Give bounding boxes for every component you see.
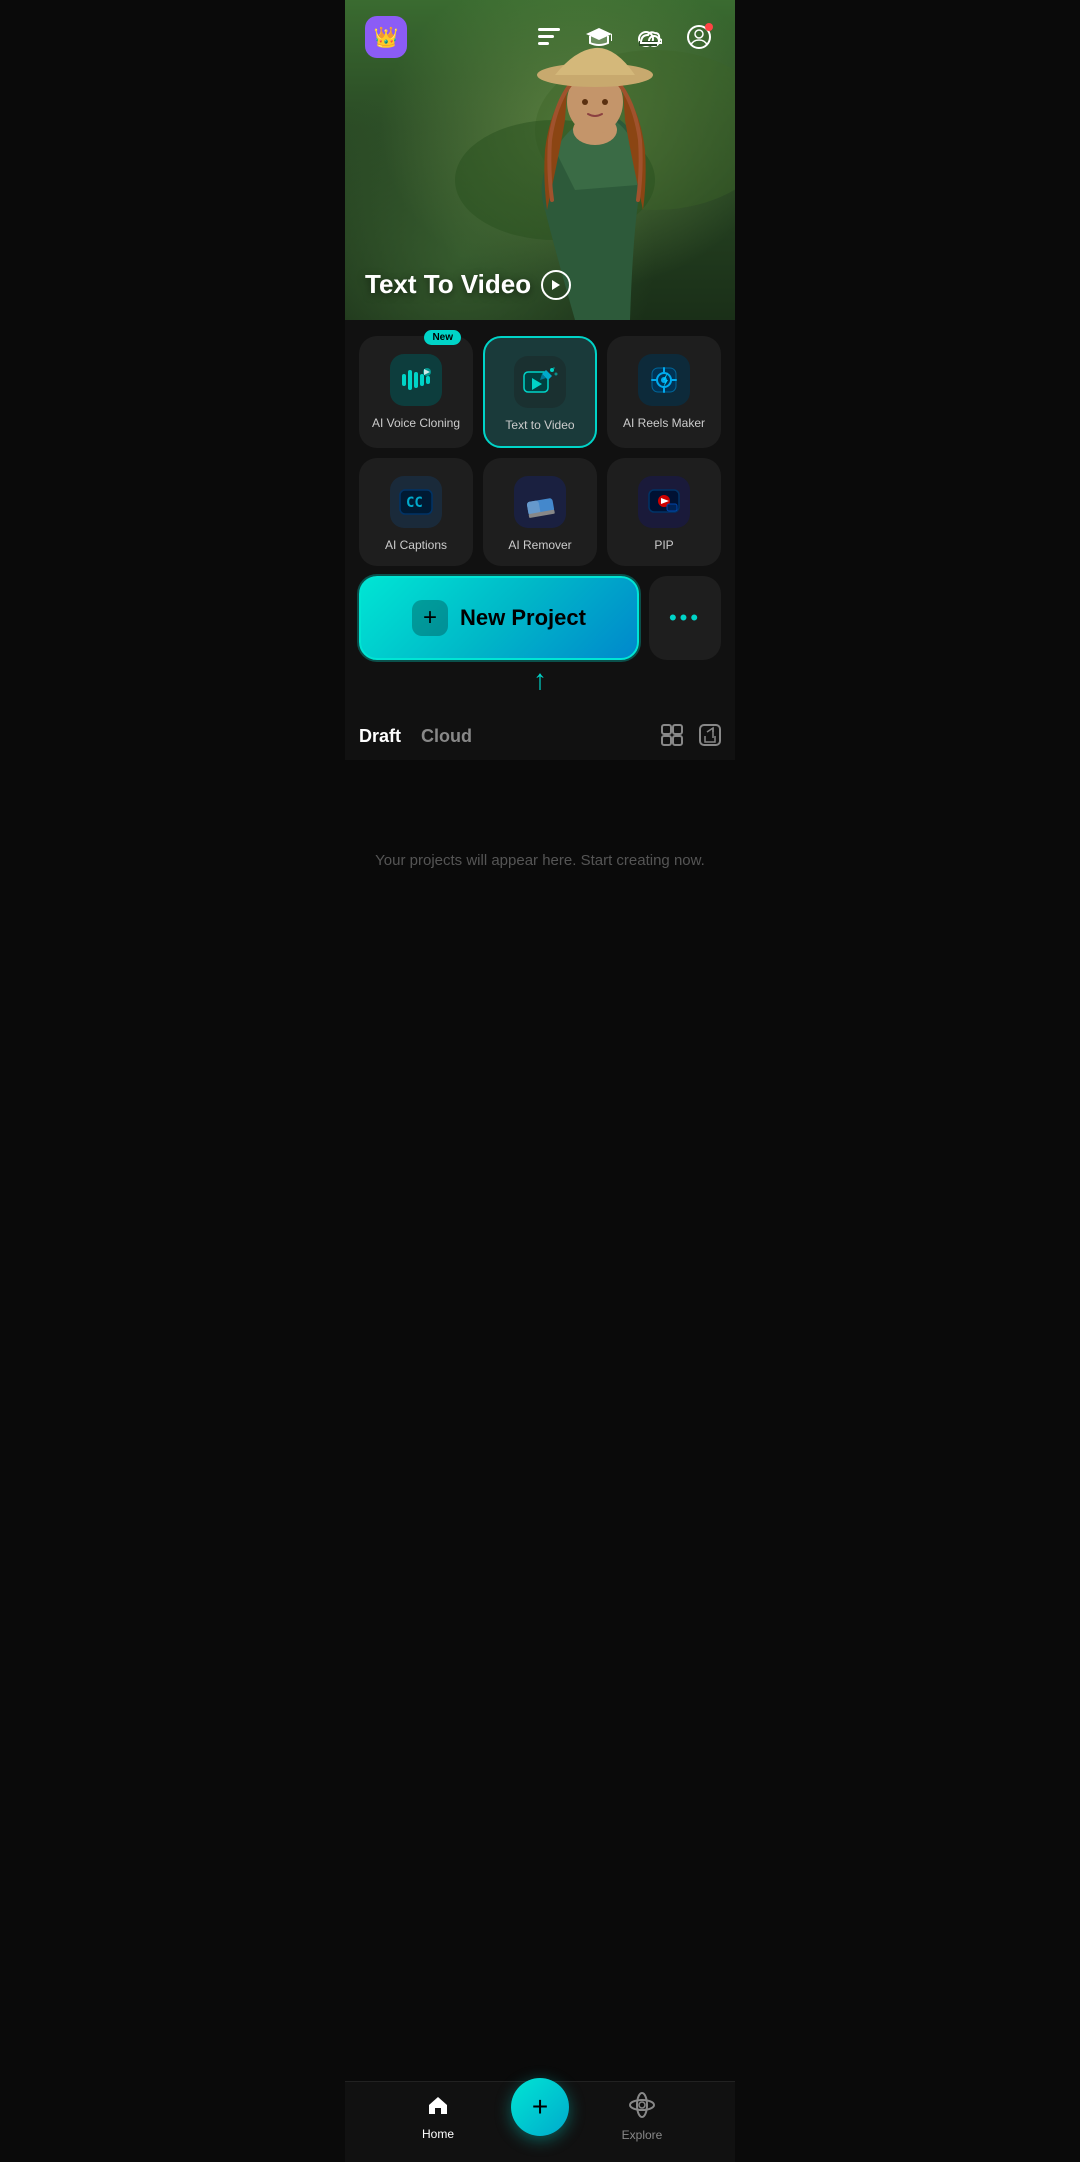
- tool-label-text-to-video: Text to Video: [505, 418, 574, 432]
- tab-actions: [661, 724, 721, 752]
- explore-icon: [629, 2092, 655, 2124]
- tools-grid: New AI Voice Cloning: [359, 336, 721, 566]
- nav-home-label: Home: [422, 2127, 454, 2141]
- project-tabs: Draft Cloud: [345, 716, 735, 760]
- more-options-button[interactable]: •••: [649, 576, 721, 660]
- tool-card-text-to-video[interactable]: Text to Video: [483, 336, 597, 448]
- tool-card-pip[interactable]: PIP: [607, 458, 721, 566]
- new-project-button[interactable]: + New Project: [359, 576, 639, 660]
- reels-icon: [638, 354, 690, 406]
- home-icon: [426, 2093, 450, 2123]
- notification-dot: [705, 23, 713, 31]
- tool-card-ai-reels-maker[interactable]: AI Reels Maker: [607, 336, 721, 448]
- tool-label-pip: PIP: [654, 538, 673, 552]
- top-icons: [533, 21, 715, 53]
- tool-label-ai-remover: AI Remover: [508, 538, 571, 552]
- hero-banner: 👑: [345, 0, 735, 320]
- empty-state: Your projects will appear here. Start cr…: [345, 760, 735, 960]
- tab-cloud[interactable]: Cloud: [421, 726, 472, 751]
- grid-view-icon[interactable]: [661, 724, 683, 752]
- arrow-indicator: ↑: [359, 666, 721, 694]
- nav-explore[interactable]: Explore: [569, 2092, 715, 2142]
- pip-icon: [638, 476, 690, 528]
- tool-card-ai-remover[interactable]: AI Remover: [483, 458, 597, 566]
- tools-section: New AI Voice Cloning: [345, 320, 735, 716]
- nav-create-button[interactable]: +: [511, 2078, 569, 2136]
- arrow-up-icon: ↑: [533, 666, 547, 694]
- tab-group: Draft Cloud: [359, 726, 472, 751]
- top-bar: 👑: [345, 0, 735, 74]
- new-project-label: New Project: [460, 605, 586, 631]
- plus-icon: +: [412, 600, 448, 636]
- profile-icon[interactable]: [683, 21, 715, 53]
- hero-title[interactable]: Text To Video: [365, 269, 571, 300]
- svg-text:CC: CC: [406, 495, 423, 511]
- text-video-icon: [514, 356, 566, 408]
- cloud-icon[interactable]: [633, 21, 665, 53]
- share-icon[interactable]: [699, 724, 721, 752]
- app-logo[interactable]: 👑: [365, 16, 407, 58]
- tool-label-ai-reels-maker: AI Reels Maker: [623, 416, 705, 430]
- tool-card-ai-captions[interactable]: CC AI Captions: [359, 458, 473, 566]
- voice-icon: [390, 354, 442, 406]
- more-dots-icon: •••: [669, 605, 701, 631]
- tool-card-ai-voice-cloning[interactable]: New AI Voice Cloning: [359, 336, 473, 448]
- hero-title-area: Text To Video: [365, 269, 571, 300]
- project-row: + New Project •••: [359, 576, 721, 660]
- captions-icon: CC: [390, 476, 442, 528]
- nav-home[interactable]: Home: [365, 2093, 511, 2141]
- menu-icon[interactable]: [533, 21, 565, 53]
- tool-label-ai-captions: AI Captions: [385, 538, 447, 552]
- bottom-nav: Home + Explore: [345, 2081, 735, 2162]
- play-circle-icon[interactable]: [541, 270, 571, 300]
- badge-new: New: [424, 330, 461, 345]
- graduation-cap-icon[interactable]: [583, 21, 615, 53]
- nav-explore-label: Explore: [622, 2128, 663, 2142]
- remover-icon: [514, 476, 566, 528]
- tool-label-ai-voice-cloning: AI Voice Cloning: [372, 416, 460, 430]
- tab-draft[interactable]: Draft: [359, 726, 401, 751]
